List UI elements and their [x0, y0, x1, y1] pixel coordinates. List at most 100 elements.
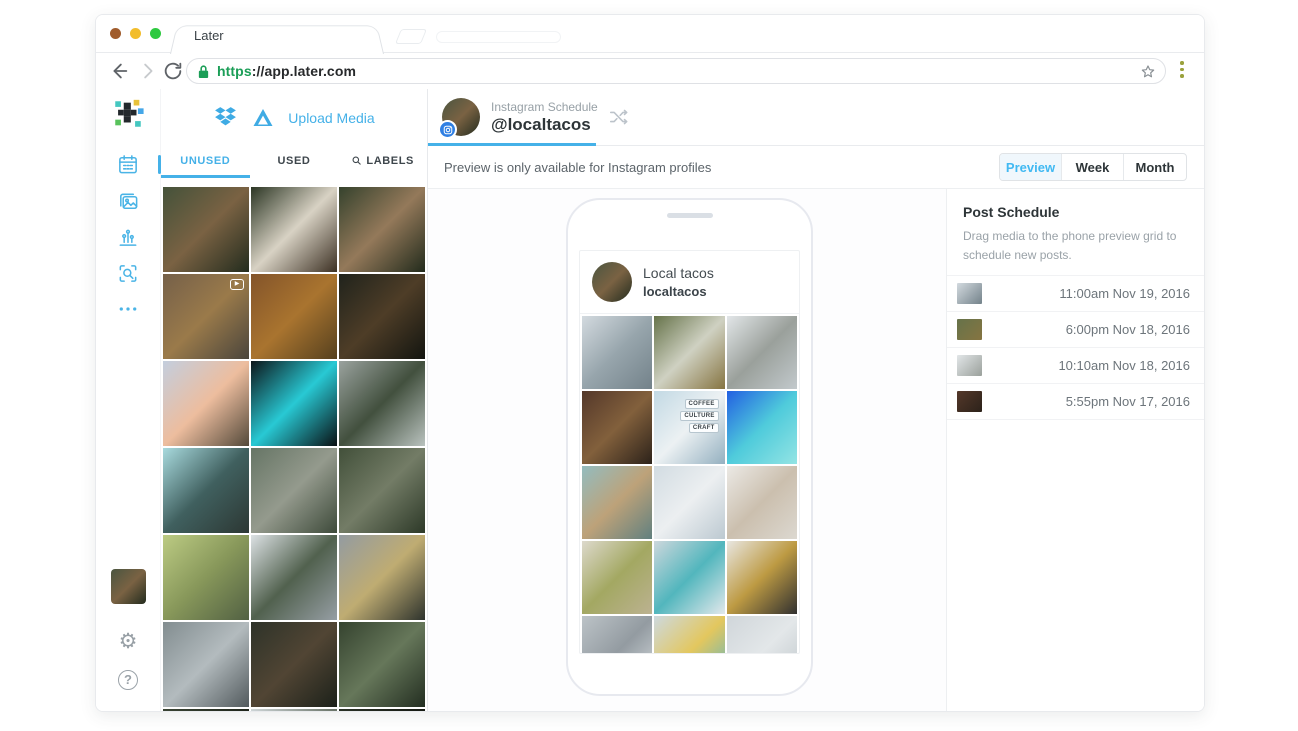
phone-grid-post[interactable]	[726, 316, 797, 389]
library-tab-label: LABELS	[366, 154, 414, 167]
upload-media-button[interactable]: Upload Media	[288, 110, 374, 126]
phone-grid-post[interactable]	[654, 316, 725, 389]
refresh-icon[interactable]	[162, 60, 184, 82]
new-tab-ghost	[394, 29, 428, 44]
browser-tab-strip: Later	[96, 15, 1204, 54]
phone-screen: Local tacos localtacos COFFEE CULTURE CR…	[579, 250, 800, 654]
tab-title: Later	[194, 28, 224, 43]
media-tile[interactable]	[339, 274, 425, 359]
media-tile[interactable]	[163, 187, 249, 272]
calendar-icon[interactable]	[117, 153, 140, 176]
scheduled-post-thumbnail	[957, 391, 982, 413]
profile-text: Instagram Schedule @localtacos	[491, 100, 598, 135]
scheduled-post-time: 10:10am Nov 18, 2016	[1058, 358, 1190, 374]
later-logo-icon[interactable]	[111, 97, 145, 131]
account-thumbnail[interactable]	[111, 569, 146, 604]
phone-grid-post[interactable]	[582, 316, 653, 389]
phone-grid-post[interactable]	[726, 541, 797, 614]
schedule-header: Instagram Schedule @localtacos	[428, 89, 1204, 146]
scheduled-post-thumbnail	[957, 283, 982, 305]
view-button[interactable]: Week	[1062, 154, 1124, 180]
view-button-label: Week	[1075, 159, 1110, 175]
scheduled-post-time: 6:00pm Nov 18, 2016	[1065, 322, 1190, 338]
library-tab[interactable]: UNUSED	[161, 146, 250, 178]
media-tile[interactable]	[251, 448, 337, 533]
media-tile[interactable]	[251, 361, 337, 446]
settings-gear-icon[interactable]: ⚙	[119, 631, 138, 652]
instagram-avatar	[592, 262, 632, 302]
media-tile[interactable]	[163, 535, 249, 620]
phone-grid-post[interactable]	[582, 616, 653, 653]
instagram-profile-name: Local tacos	[643, 265, 714, 281]
media-grid: ▶	[161, 187, 427, 711]
media-library-icon[interactable]	[117, 190, 140, 213]
sign-text: COFFEE CULTURE CRAFT	[680, 399, 719, 433]
media-tile[interactable]	[163, 709, 249, 711]
media-tile[interactable]	[251, 535, 337, 620]
search-discover-icon[interactable]	[117, 262, 140, 285]
video-badge-icon: ▶	[230, 279, 244, 290]
url-bar[interactable]: https://app.later.com	[186, 58, 1166, 84]
media-tile[interactable]	[251, 274, 337, 359]
media-tile[interactable]	[339, 448, 425, 533]
phone-grid-post[interactable]	[726, 466, 797, 539]
scheduled-post-row[interactable]: 6:00pm Nov 18, 2016	[947, 312, 1204, 349]
phone-grid-post[interactable]	[726, 616, 797, 653]
view-button[interactable]: Preview	[1000, 154, 1062, 180]
browser-menu-icon[interactable]	[1180, 61, 1184, 81]
media-tile[interactable]	[163, 361, 249, 446]
more-icon[interactable]	[117, 304, 140, 314]
scheduled-post-thumbnail	[957, 355, 982, 377]
media-tile[interactable]: ▶	[163, 274, 249, 359]
google-drive-icon[interactable]	[251, 107, 275, 129]
phone-grid-post[interactable]	[582, 391, 653, 464]
phone-grid-post[interactable]	[654, 466, 725, 539]
media-tile[interactable]	[339, 361, 425, 446]
padlock-icon	[198, 64, 209, 78]
phone-grid-post[interactable]	[582, 541, 653, 614]
scheduled-post-row[interactable]: 10:10am Nov 18, 2016	[947, 348, 1204, 385]
notice-row: Preview is only available for Instagram …	[428, 146, 1204, 189]
minimize-window-button[interactable]	[130, 28, 141, 39]
avatar[interactable]	[438, 98, 480, 139]
back-arrow-icon[interactable]	[108, 60, 130, 82]
scheduled-post-row[interactable]: 11:00am Nov 19, 2016	[947, 276, 1204, 313]
phone-grid-post[interactable]	[726, 391, 797, 464]
close-window-button[interactable]	[110, 28, 121, 39]
post-schedule-title: Post Schedule	[963, 204, 1060, 220]
media-tile[interactable]	[163, 622, 249, 707]
analytics-icon[interactable]	[117, 226, 140, 249]
media-tile[interactable]	[339, 187, 425, 272]
view-button-label: Month	[1135, 159, 1175, 175]
later-app: ⚙ ? Upload Media UNUSED USED LABELS ▶ In…	[96, 89, 1204, 711]
media-tile[interactable]	[339, 535, 425, 620]
shuffle-icon[interactable]	[608, 106, 630, 128]
media-tile[interactable]	[339, 709, 425, 711]
page-background: Later https://app.later.com ⚙ ? Upload M…	[0, 0, 1298, 731]
phone-grid-post[interactable]	[654, 616, 725, 653]
profile-handle: @localtacos	[491, 114, 591, 134]
media-tile[interactable]	[251, 709, 337, 711]
media-tile[interactable]	[251, 622, 337, 707]
phone-grid-post[interactable]	[582, 466, 653, 539]
dropbox-icon[interactable]	[213, 106, 238, 129]
media-tile[interactable]	[339, 622, 425, 707]
help-icon[interactable]: ?	[118, 670, 138, 690]
bookmark-star-icon[interactable]	[1139, 63, 1157, 81]
tabstrip-decoration	[436, 31, 561, 43]
view-button[interactable]: Month	[1124, 154, 1186, 180]
zoom-window-button[interactable]	[150, 28, 161, 39]
library-tab[interactable]: USED	[250, 146, 339, 178]
phone-grid-post[interactable]	[654, 541, 725, 614]
view-button-label: Preview	[1005, 159, 1056, 175]
media-tile[interactable]	[163, 448, 249, 533]
forward-arrow-icon[interactable]	[136, 60, 158, 82]
scheduled-post-row[interactable]: 5:55pm Nov 17, 2016	[947, 384, 1204, 421]
instagram-names: Local tacos localtacos	[643, 265, 714, 299]
phone-grid-post[interactable]: COFFEE CULTURE CRAFT	[654, 391, 725, 464]
instagram-username: localtacos	[643, 284, 707, 299]
media-tile[interactable]	[251, 187, 337, 272]
library-tab-label: UNUSED	[180, 154, 231, 167]
phone-preview: Local tacos localtacos COFFEE CULTURE CR…	[566, 198, 813, 696]
library-tab[interactable]: LABELS	[338, 146, 427, 178]
